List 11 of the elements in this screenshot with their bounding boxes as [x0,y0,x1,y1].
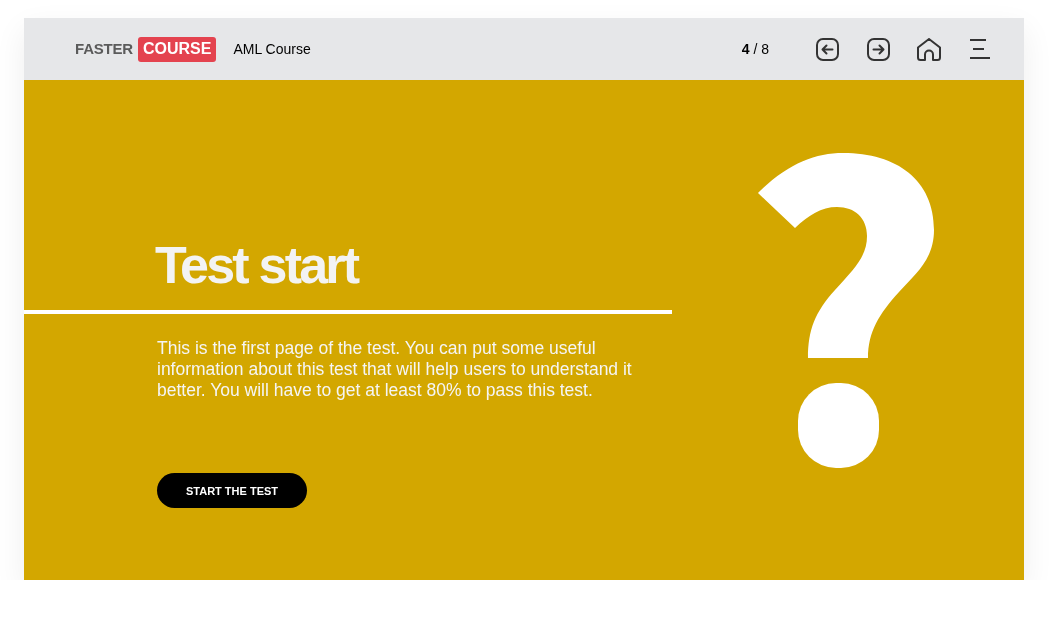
course-title: AML Course [233,40,311,58]
start-button[interactable]: START THE TEST [157,473,307,508]
page-counter: 4 / 8 [741,40,769,58]
slide-title: Test start [155,239,358,291]
menu-icon[interactable] [970,39,990,59]
description-text: This is the first page of the test. You can put some useful information about this test that will help users to understand it better. You will have to get at least 80% to pass this test. [157,338,633,401]
logo-banner: COURSE [138,36,217,62]
arrow-left-icon[interactable] [816,37,839,61]
home-icon[interactable] [917,37,941,61]
arrow-right-icon[interactable] [867,37,890,61]
logo-text: FASTER [75,40,133,58]
